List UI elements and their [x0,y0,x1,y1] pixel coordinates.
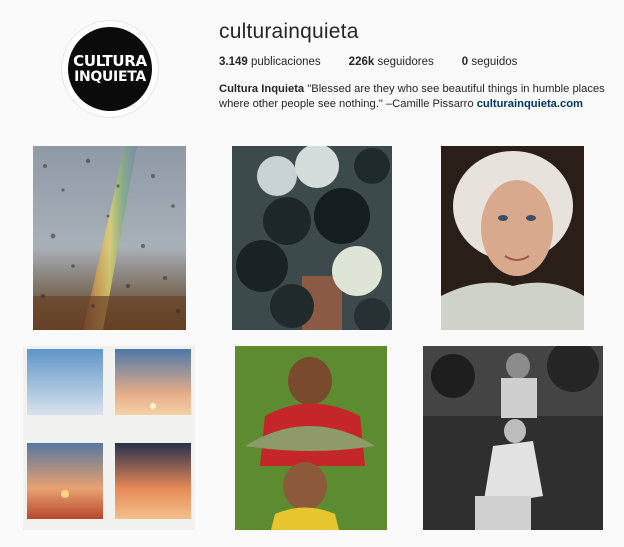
children-leaf-umbrella-photo [235,346,387,530]
rainbow-rain-window-photo [33,146,186,330]
four-sky-polaroids-photo [23,346,195,530]
umbrellas-from-above-photo [232,146,392,330]
avatar-logo-line2: INQUIETA [74,69,146,85]
post-thumbnail-6[interactable] [423,346,603,530]
avatar-logo-line1: CULTURA [73,52,147,70]
post-thumbnail-4[interactable] [23,346,195,530]
avatar[interactable]: CULTURA INQUIETA [61,20,159,118]
posts-count: 3.149 [219,56,248,68]
post-thumbnail-5[interactable] [235,346,387,530]
posts-label: publicaciones [250,56,321,68]
post-thumbnail-1[interactable] [33,146,186,330]
couple-on-swing-bw-photo [423,346,603,530]
profile-stats: 3.149 publicaciones 226k seguidores 0 se… [219,56,545,68]
profile-bio: Cultura Inquieta "Blessed are they who s… [219,82,609,112]
avatar-logo: CULTURA INQUIETA [68,27,152,111]
profile-username: culturainquieta [219,20,359,43]
followers-stat[interactable]: 226k seguidores [349,56,434,68]
following-stat[interactable]: 0 seguidos [462,56,518,68]
bio-website-link[interactable]: culturainquieta.com [477,98,583,110]
posts-stat: 3.149 publicaciones [219,56,321,68]
post-thumbnail-2[interactable] [232,146,392,330]
post-thumbnail-3[interactable] [441,146,584,330]
bio-name: Cultura Inquieta [219,83,305,95]
profile-header: CULTURA INQUIETA culturainquieta 3.149 p… [0,0,624,130]
following-label: seguidos [471,56,518,68]
followers-count: 226k [348,56,375,68]
following-count: 0 [461,56,469,68]
old-woman-portrait-photo [441,146,584,330]
followers-label: seguidores [377,56,434,68]
